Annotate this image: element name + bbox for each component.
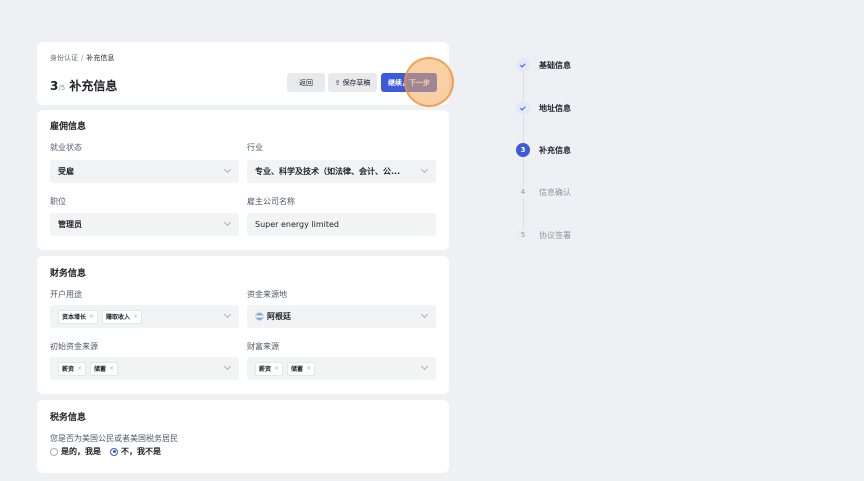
progress-stepper: 基础信息 地址信息 3 补充信息 4 信息确认 5 协议签署 xyxy=(516,55,636,255)
industry-label: 行业 xyxy=(247,143,263,152)
radio-yes[interactable] xyxy=(50,447,58,456)
chevron-down-icon xyxy=(223,362,232,371)
tag-capital-growth: 资本增长 × xyxy=(58,309,99,324)
tag-remove-icon[interactable]: × xyxy=(274,365,279,372)
tag-savings: 储蓄 × xyxy=(287,361,316,376)
step-basic-info[interactable]: 基础信息 xyxy=(516,58,571,72)
step-address-info[interactable]: 地址信息 xyxy=(516,101,571,115)
page-title: 3/5 补充信息 xyxy=(50,77,117,94)
initial-funds-label: 初始资金来源 xyxy=(50,342,98,351)
wealth-source-select[interactable]: 薪资 × 储蓄 × xyxy=(247,357,436,380)
chevron-down-icon xyxy=(223,310,232,319)
tag-savings: 储蓄 × xyxy=(90,361,119,376)
chevron-down-icon xyxy=(223,165,232,174)
step-total: /5 xyxy=(58,84,66,92)
tag-remove-icon[interactable]: × xyxy=(133,313,138,320)
section-title-employment: 雇佣信息 xyxy=(50,122,87,132)
employer-label: 雇主公司名称 xyxy=(247,197,295,206)
save-draft-button[interactable]: ⇪ 保存草稿 xyxy=(328,73,377,92)
employment-status-value: 受雇 xyxy=(58,167,74,176)
step-supplementary-info[interactable]: 3 补充信息 xyxy=(516,143,571,157)
breadcrumb-item-identity[interactable]: 身份认证 xyxy=(50,54,78,62)
radio-yes-label[interactable]: 是的，我是 xyxy=(61,446,101,457)
chevron-down-icon xyxy=(420,165,429,174)
tag-salary: 薪资 × xyxy=(255,361,284,376)
header-card: 身份认证 / 补充信息 3/5 补充信息 返回 ⇪ 保存草稿 继续，下一步 xyxy=(37,42,449,105)
chevron-down-icon xyxy=(420,310,429,319)
account-purpose-label: 开户用途 xyxy=(50,290,82,299)
employment-card: 雇佣信息 就业状态 受雇 行业 专业、科学及技术（如法律、会计、公... 职位 … xyxy=(37,110,449,250)
employer-value: Super energy limited xyxy=(255,220,339,229)
employment-status-select[interactable]: 受雇 xyxy=(50,160,239,183)
section-title-tax: 税务信息 xyxy=(50,413,87,423)
position-value: 管理员 xyxy=(58,220,82,229)
tag-remove-icon[interactable]: × xyxy=(109,365,114,372)
tag-earn-income: 赚取收入 × xyxy=(102,309,143,324)
back-button-label: 返回 xyxy=(299,78,313,87)
breadcrumb: 身份认证 / 补充信息 xyxy=(50,53,114,63)
tag-remove-icon[interactable]: × xyxy=(77,365,82,372)
position-select[interactable]: 管理员 xyxy=(50,213,239,236)
step-number: 5 xyxy=(516,228,530,242)
us-person-question: 您是否为美国公民或者美国税务居民 xyxy=(50,434,178,443)
upload-icon: ⇪ xyxy=(334,78,341,87)
step-confirm-info: 4 信息确认 xyxy=(516,185,571,199)
step-label: 地址信息 xyxy=(539,103,571,113)
back-button[interactable]: 返回 xyxy=(287,73,325,92)
fund-source-country-select[interactable]: 阿根廷 xyxy=(247,305,436,328)
tag-remove-icon[interactable]: × xyxy=(306,365,311,372)
breadcrumb-item-current: 补充信息 xyxy=(86,54,115,62)
check-icon xyxy=(516,58,530,72)
argentina-flag-icon xyxy=(255,312,264,321)
step-label: 补充信息 xyxy=(539,145,571,155)
tag-remove-icon[interactable]: × xyxy=(89,313,94,320)
chevron-down-icon xyxy=(420,362,429,371)
fund-source-country-value: 阿根廷 xyxy=(267,312,291,321)
fund-source-country-label: 资金来源地 xyxy=(247,290,287,299)
page-title-text: 补充信息 xyxy=(69,79,118,93)
next-step-button[interactable]: 继续，下一步 xyxy=(381,73,437,92)
industry-select[interactable]: 专业、科学及技术（如法律、会计、公... xyxy=(247,160,436,183)
step-number: 3 xyxy=(516,143,530,157)
step-number: 4 xyxy=(516,185,530,199)
finance-card: 财务信息 开户用途 资本增长 × 赚取收入 × 资金来源地 阿根廷 初始资金来源 薪… xyxy=(37,256,449,394)
radio-no[interactable] xyxy=(110,447,118,456)
save-draft-label: 保存草稿 xyxy=(342,78,371,87)
chevron-down-icon xyxy=(223,218,232,227)
step-label: 基础信息 xyxy=(539,60,571,70)
check-icon xyxy=(516,101,530,115)
employer-input[interactable]: Super energy limited xyxy=(247,213,436,236)
initial-funds-select[interactable]: 薪资 × 储蓄 × xyxy=(50,357,239,380)
employment-status-label: 就业状态 xyxy=(50,143,82,152)
tag-salary: 薪资 × xyxy=(58,361,87,376)
position-label: 职位 xyxy=(50,197,66,206)
radio-no-label[interactable]: 不，我不是 xyxy=(121,446,161,457)
industry-value: 专业、科学及技术（如法律、会计、公... xyxy=(255,167,401,176)
step-label: 信息确认 xyxy=(539,187,571,197)
wealth-source-label: 财富来源 xyxy=(247,342,279,351)
breadcrumb-separator: / xyxy=(81,54,84,62)
tax-card: 税务信息 您是否为美国公民或者美国税务居民 是的，我是 不，我不是 xyxy=(37,400,449,473)
account-purpose-select[interactable]: 资本增长 × 赚取收入 × xyxy=(50,305,239,328)
us-person-radio-group: 是的，我是 不，我不是 xyxy=(50,446,170,457)
next-step-label: 继续，下一步 xyxy=(388,78,430,87)
section-title-finance: 财务信息 xyxy=(50,269,87,279)
step-label: 协议签署 xyxy=(539,230,571,240)
step-agreement-sign: 5 协议签署 xyxy=(516,228,571,242)
